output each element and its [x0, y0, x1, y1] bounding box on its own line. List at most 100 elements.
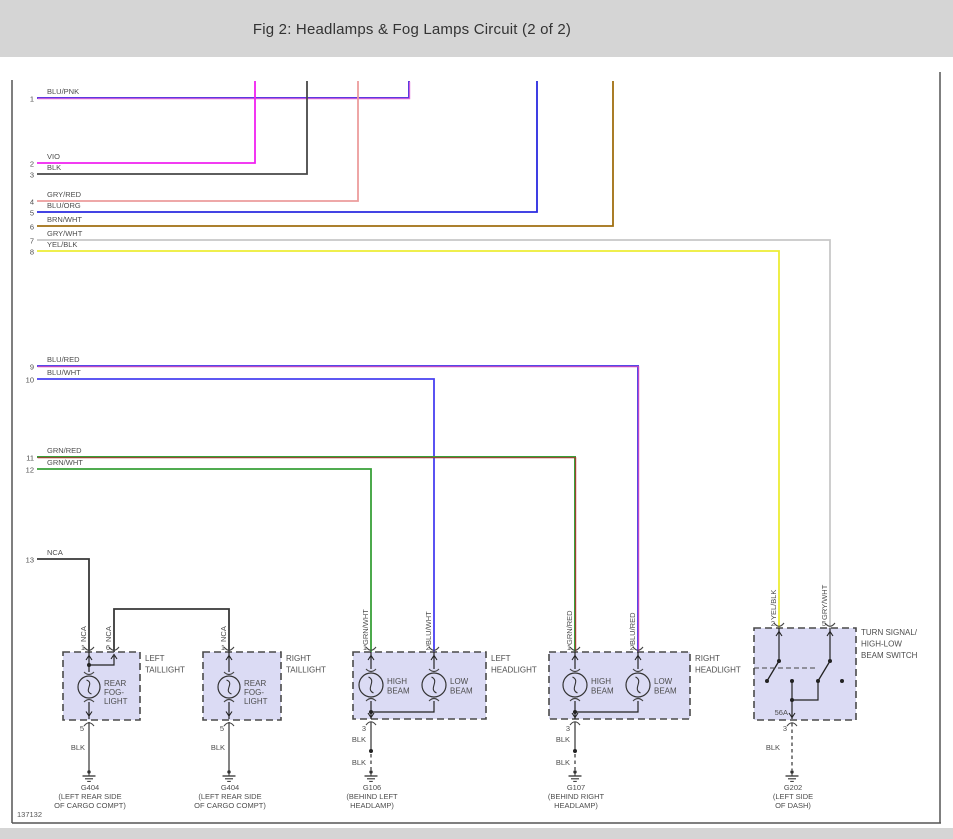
wire-number: 8 [30, 248, 34, 257]
junction-dot [765, 679, 769, 683]
wire-label: GRN/WHT [47, 458, 83, 467]
wire-blu-wht [37, 378, 435, 652]
wire-label: NCA [47, 548, 63, 557]
component-label: HIGH-LOW [861, 640, 902, 649]
bulb-label: LIGHT [104, 697, 128, 706]
wire-label: VIO [47, 152, 60, 161]
wire-label: BRN/WHT [47, 215, 82, 224]
bulb-label: HIGH [591, 677, 611, 686]
wire-number: 7 [30, 237, 34, 246]
wire-number: 9 [30, 363, 34, 372]
pin-number: 6 [106, 643, 110, 652]
pin-number: 56A [775, 708, 788, 717]
bulb-label: BEAM [654, 687, 677, 696]
wire-number: 11 [26, 454, 34, 463]
pin-number: 2 [630, 643, 634, 652]
ground-location: HEADLAMP) [554, 801, 598, 810]
component-box [753, 627, 857, 721]
drop-wire-label: BLU/WHT [424, 611, 433, 645]
ground-location: (LEFT REAR SIDE [58, 792, 121, 801]
wire-grn-wht [37, 468, 372, 652]
bulb-label: LIGHT [244, 697, 268, 706]
wire-label: YEL/BLK [47, 240, 77, 249]
pin-number: 1 [567, 643, 571, 652]
wire-number: 2 [30, 160, 34, 169]
component-label: LEFT [491, 654, 511, 663]
pin-number: 5 [220, 724, 224, 733]
bulb-label: FOG- [104, 688, 124, 697]
drop-wire-label: NCA [79, 626, 88, 642]
wire-label: BLU/RED [47, 355, 80, 364]
wire-color-label: BLK [352, 758, 366, 767]
drop-wire-label: GRN/RED [565, 610, 574, 645]
component-label: TURN SIGNAL/ [861, 628, 918, 637]
wire-color-label: BLK [556, 758, 570, 767]
wire-second-color [37, 457, 577, 653]
wire-label: BLU/ORG [47, 201, 81, 210]
pin-number: 3 [362, 724, 366, 733]
wire-number: 6 [30, 223, 34, 232]
component-label: LEFT [145, 654, 165, 663]
pin-number: 1 [221, 643, 225, 652]
ground-location: (BEHIND RIGHT [548, 792, 605, 801]
component-label: RIGHT [695, 654, 720, 663]
bottom-chrome [0, 828, 953, 839]
wire-number: 4 [30, 198, 34, 207]
wire-number: 10 [26, 376, 34, 385]
junction-dot [840, 679, 844, 683]
junction-dot [573, 749, 577, 753]
wire-color-label: BLK [352, 735, 366, 744]
bulb-label: LOW [450, 677, 469, 686]
pin-number: 2 [426, 643, 430, 652]
wire-brn-wht [37, 81, 614, 227]
bulb-label: BEAM [450, 687, 473, 696]
bulb-label: REAR [244, 679, 266, 688]
component-label: HEADLIGHT [491, 666, 537, 675]
ground-id: G107 [567, 783, 585, 792]
drop-wire-label: NCA [104, 626, 113, 642]
wire-label: GRN/RED [47, 446, 82, 455]
ground-location: (LEFT SIDE [773, 792, 813, 801]
wire-label: BLK [47, 163, 61, 172]
component-box [62, 651, 141, 721]
component-label: TAILLIGHT [145, 666, 185, 675]
drop-wire-label: GRY/WHT [820, 584, 829, 620]
pin-number: 3 [566, 724, 570, 733]
wire-number: 12 [26, 466, 34, 475]
bulb-label: REAR [104, 679, 126, 688]
ground-id: G404 [221, 783, 239, 792]
bulb-label: LOW [654, 677, 673, 686]
drop-wire-label: NCA [219, 626, 228, 642]
wire-yel-blk [37, 250, 780, 628]
ground-location: (BEHIND LEFT [346, 792, 398, 801]
pin-number: 3 [783, 724, 787, 733]
bulb-label: FOG- [244, 688, 264, 697]
component-label: HEADLIGHT [695, 666, 741, 675]
wire-blu-org [37, 81, 538, 213]
wire-nca-jumper [113, 608, 230, 652]
wire-grn-red [37, 456, 576, 652]
wire-label: GRY/RED [47, 190, 82, 199]
drop-wire-label: GRN/WHT [361, 609, 370, 645]
ground-id: G404 [81, 783, 99, 792]
wire-number: 1 [30, 95, 34, 104]
component-label: TAILLIGHT [286, 666, 326, 675]
pin-number: 5 [822, 619, 826, 628]
junction-dot [828, 659, 832, 663]
component-label: RIGHT [286, 654, 311, 663]
wire-second-color [37, 81, 411, 100]
figure-number: 137132 [17, 810, 43, 819]
wire-blu-pnk [37, 81, 410, 99]
wire-color-label: BLK [211, 743, 225, 752]
junction-dot [573, 710, 577, 714]
wire-label: BLU/PNK [47, 87, 79, 96]
pin-number: 1 [363, 643, 367, 652]
wire-number: 5 [30, 209, 34, 218]
wire-color-label: BLK [71, 743, 85, 752]
drop-wire-label: BLU/RED [628, 612, 637, 645]
wire-color-label: BLK [556, 735, 570, 744]
junction-dot [777, 659, 781, 663]
junction-dot [369, 710, 373, 714]
bulb-label: BEAM [591, 687, 614, 696]
component-label: BEAM SWITCH [861, 651, 918, 660]
